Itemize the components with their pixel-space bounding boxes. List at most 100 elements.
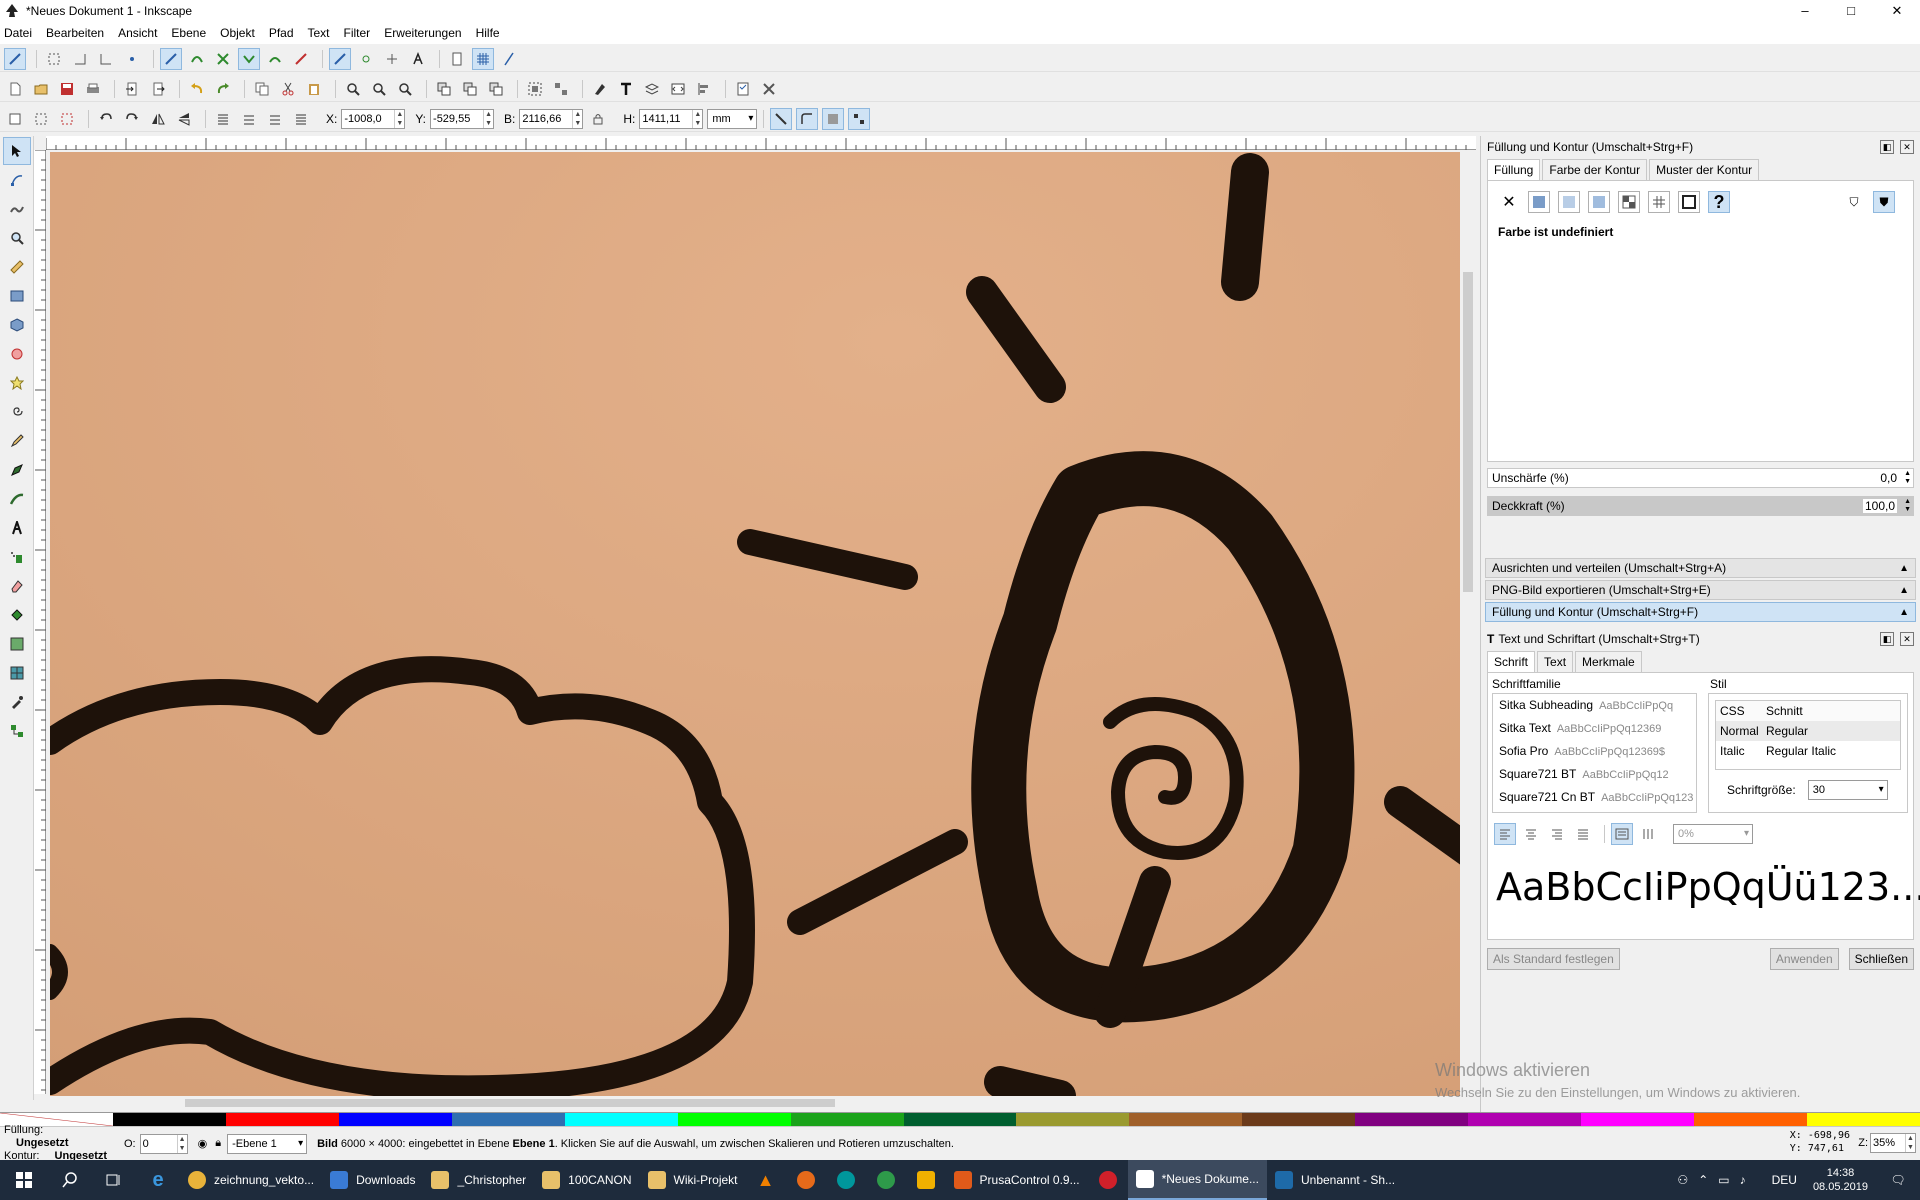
import-button[interactable] [121,78,143,100]
raise-to-top-button[interactable] [290,108,312,130]
close-button[interactable]: ✕ [1874,0,1920,22]
paste-button[interactable] [303,78,325,100]
pattern-button[interactable] [1648,191,1670,213]
taskbar-wiki-projekt[interactable]: Wiki-Projekt [640,1160,746,1200]
mesh-gradient-button[interactable] [1618,191,1640,213]
fill-rule-nonzero-button[interactable]: ⛊ [1873,191,1895,213]
menu-datei[interactable]: Datei [4,26,32,40]
edge-taskbar-icon[interactable]: e [136,1160,180,1200]
list-item[interactable]: Sitka Subheading AaBbCcIiPpQq [1493,694,1696,717]
arduino-taskbar-icon[interactable] [826,1160,866,1200]
spray-tool[interactable] [3,543,31,571]
ungroup-button[interactable] [550,78,572,100]
snap-center-button[interactable] [355,48,377,70]
snap-text-baseline-button[interactable] [407,48,429,70]
linear-gradient-button[interactable] [1558,191,1580,213]
dock-close-button[interactable]: ✕ [1900,632,1914,646]
snap-toggle-button[interactable] [4,47,26,70]
align-distribute-panel-header[interactable]: Ausrichten und verteilen (Umschalt+Strg+… [1485,558,1916,578]
scale-corners-button[interactable] [796,107,819,130]
firefox-taskbar-icon[interactable] [786,1160,826,1200]
star-tool[interactable] [3,369,31,397]
tab-stroke-paint[interactable]: Farbe der Kontur [1542,159,1648,180]
xml-editor-button[interactable] [667,78,689,100]
mesh-tool[interactable] [3,659,31,687]
scale-stroke-button[interactable] [770,107,793,130]
start-button[interactable] [0,1160,48,1200]
palette-swatch[interactable] [1355,1113,1469,1126]
palette-swatch[interactable] [338,1113,452,1126]
list-item[interactable]: Square721 BT AaBbCcIiPpQq12 [1493,763,1696,786]
height-spinbox[interactable]: ▲▼ [639,108,704,129]
taskbar-prusacontrol[interactable]: PrusaControl 0.9... [946,1160,1088,1200]
font-family-list[interactable]: Sitka Subheading AaBbCcIiPpQq Sitka Text A… [1492,693,1697,813]
no-paint-button[interactable]: ✕ [1498,191,1520,213]
style-list[interactable]: CSS Schnitt Normal Regular Italic Regular I… [1715,700,1901,770]
connector-tool[interactable] [3,717,31,745]
open-button[interactable] [30,78,52,100]
y-spin-arrows[interactable]: ▲ ▼ [483,109,493,128]
snap-nodes-button[interactable] [160,47,182,70]
calligraphy-tool[interactable] [3,485,31,513]
taskbar-100canon[interactable]: 100CANON [534,1160,639,1200]
snap-guide-button[interactable] [498,48,520,70]
swatch-button[interactable] [1678,191,1700,213]
menu-erweiterungen[interactable]: Erweiterungen [384,26,461,40]
opacity-value[interactable]: 100,0 [1862,499,1897,513]
blur-slider[interactable]: Unschärfe (%) 0,0 ▲ ▼ [1487,468,1914,488]
flip-horizontal-button[interactable] [147,108,169,130]
save-button[interactable] [56,78,78,100]
apply-button[interactable]: Anwenden [1769,948,1839,970]
x-spinbox[interactable]: ▲▼ [341,108,406,129]
align-left-button[interactable] [1494,823,1516,845]
snap-cusp-button[interactable] [238,47,260,70]
palette-swatch[interactable] [1807,1113,1920,1126]
close-dialog-button[interactable]: Schließen [1848,948,1914,970]
snap-others-button[interactable] [329,47,351,70]
print-button[interactable] [82,78,104,100]
language-indicator[interactable]: DEU [1764,1160,1805,1200]
palette-swatch[interactable] [1242,1113,1356,1126]
palette-swatch[interactable] [677,1113,791,1126]
vlc-taskbar-icon[interactable]: ▲ [746,1160,786,1200]
tab-features[interactable]: Merkmale [1575,651,1642,672]
palette-swatch[interactable] [1581,1113,1695,1126]
zoom-spinbox[interactable]: ▲▼ [1870,1133,1916,1153]
palette-swatch[interactable] [564,1113,678,1126]
tab-stroke-style[interactable]: Muster der Kontur [1649,159,1760,180]
fill-rule-evenodd-button[interactable]: ⛉ [1843,191,1865,213]
pencil-tool[interactable] [3,427,31,455]
snap-bbox-button[interactable] [43,48,65,70]
layer-visibility-icon[interactable]: ◉ [198,1137,208,1150]
width-input[interactable] [520,109,573,128]
rotate-ccw-button[interactable] [95,108,117,130]
opacity-spin-arrows[interactable]: ▲ ▼ [1904,498,1911,514]
tweak-tool[interactable] [3,195,31,223]
opacity-slider[interactable]: Deckkraft (%) 100,0 ▲ ▼ [1487,496,1914,516]
set-default-button[interactable]: Als Standard festlegen [1487,948,1620,970]
palette-swatch[interactable] [903,1113,1017,1126]
clock[interactable]: 14:38 08.05.2019 [1805,1160,1876,1200]
justify-button[interactable] [1572,823,1594,845]
palette-swatch[interactable] [1016,1113,1130,1126]
taskbar-chrome[interactable]: zeichnung_vekto... [180,1160,322,1200]
eraser-tool[interactable] [3,572,31,600]
snap-intersection-button[interactable] [212,48,234,70]
unset-paint-button[interactable]: ? [1708,191,1730,213]
menu-pfad[interactable]: Pfad [269,26,294,40]
search-button[interactable] [48,1160,92,1200]
selector-tool[interactable] [3,137,31,165]
rectangle-tool[interactable] [3,282,31,310]
menu-ebene[interactable]: Ebene [171,26,206,40]
select-all-button[interactable] [4,108,26,130]
radial-gradient-button[interactable] [1588,191,1610,213]
taskbar-downloads[interactable]: Downloads [322,1160,423,1200]
lower-to-bottom-button[interactable] [212,108,234,130]
menu-text[interactable]: Text [308,26,330,40]
pen-tool[interactable] [3,456,31,484]
duplicate-button[interactable] [433,78,455,100]
chrome-taskbar-icon[interactable] [866,1160,906,1200]
maximize-button[interactable]: □ [1828,0,1874,22]
snap-rotation-center-button[interactable] [381,48,403,70]
new-document-button[interactable] [4,78,26,100]
